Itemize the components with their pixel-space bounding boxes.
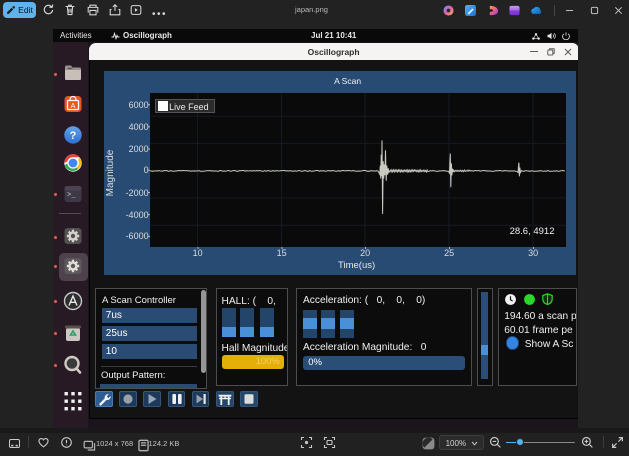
svg-text:A: A [70, 100, 75, 109]
svg-text:?: ? [70, 130, 77, 142]
svg-text:>_: >_ [67, 191, 76, 199]
